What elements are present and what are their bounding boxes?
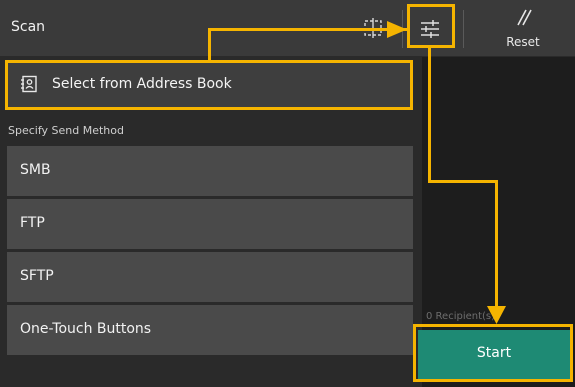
reset-slash-icon xyxy=(513,6,535,28)
reset-button[interactable]: Reset xyxy=(480,6,566,52)
header-bar: Scan Reset xyxy=(0,0,575,57)
send-method-heading: Specify Send Method xyxy=(8,124,124,137)
page-title: Scan xyxy=(11,19,46,35)
send-method-sftp[interactable]: SFTP xyxy=(7,252,413,302)
connector-line xyxy=(428,180,498,183)
send-method-label: SMB xyxy=(20,162,51,178)
connector-line xyxy=(495,180,498,310)
start-label: Start xyxy=(476,345,512,361)
settings-sliders-icon[interactable] xyxy=(418,17,442,41)
connector-line xyxy=(428,47,431,183)
send-method-one-touch[interactable]: One-Touch Buttons xyxy=(7,305,413,355)
recipient-count: 0 Recipient(s) xyxy=(426,311,496,322)
send-method-label: SFTP xyxy=(20,268,54,284)
header-divider xyxy=(463,10,464,48)
address-book-label: Select from Address Book xyxy=(52,76,232,92)
send-method-smb[interactable]: SMB xyxy=(7,146,413,196)
send-method-label: FTP xyxy=(20,215,45,231)
scan-frame-icon[interactable] xyxy=(362,16,384,40)
header-divider xyxy=(402,10,403,48)
reset-label: Reset xyxy=(506,35,540,49)
send-method-ftp[interactable]: FTP xyxy=(7,199,413,249)
address-book-icon xyxy=(20,75,38,93)
select-address-book-button[interactable]: Select from Address Book xyxy=(6,62,410,107)
send-method-label: One-Touch Buttons xyxy=(20,321,152,337)
start-button[interactable]: Start xyxy=(418,330,570,379)
